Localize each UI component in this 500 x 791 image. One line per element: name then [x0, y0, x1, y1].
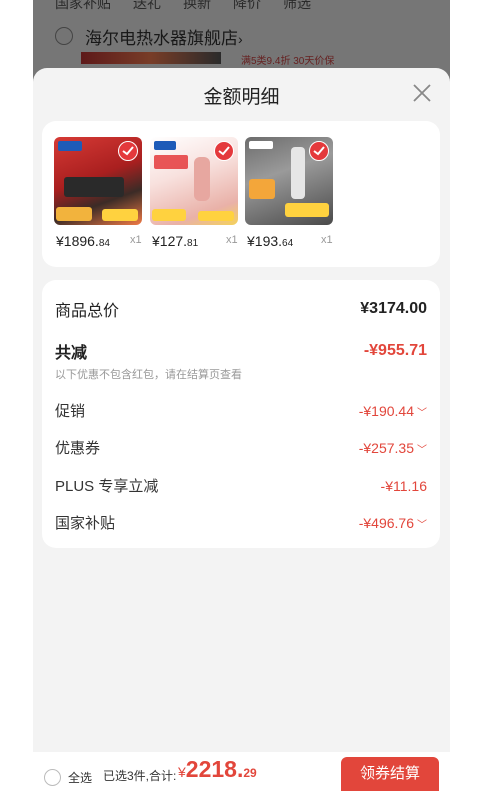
product-qty: x1 [321, 234, 333, 246]
amount-cents: 29 [243, 766, 257, 780]
price-main: ¥127. [152, 233, 188, 249]
discount-label: 国家补贴 [55, 515, 116, 532]
check-icon [214, 141, 234, 161]
discount-total-value: -¥955.71 [363, 342, 427, 359]
price-cents: 64 [282, 238, 294, 249]
discount-value: -¥11.16 [381, 478, 427, 494]
discount-row-plus: PLUS 专享立减 -¥11.16 [55, 475, 427, 496]
total-label: 商品总价 [55, 303, 120, 320]
price-cents: 84 [98, 238, 110, 249]
total-value: ¥3174.00 [360, 300, 427, 317]
discount-label: 优惠券 [55, 440, 101, 457]
discount-row-subsidy[interactable]: 国家补贴 -¥496.76 ﹀ [55, 512, 427, 533]
product-price: ¥193.64 [247, 233, 293, 249]
discount-amount: -¥190.44 [358, 402, 414, 419]
discount-total-label: 共减 [55, 345, 88, 362]
discount-total-row: 共减 -¥955.71 [55, 339, 427, 363]
product-item[interactable]: ¥127.81 x1 [150, 137, 240, 249]
amount-main: 2218. [185, 756, 244, 782]
product-image [54, 137, 142, 225]
discount-value: -¥190.44 ﹀ [359, 403, 427, 419]
product-price: ¥127.81 [152, 233, 198, 249]
product-image [245, 137, 333, 225]
check-icon [309, 141, 329, 161]
checkout-bar: 全选 已选3件,合计: ¥2218.29 领券结算 [33, 752, 450, 791]
amount-detail-sheet: 金额明细 ¥1896.84 x1 ¥127.81 x1 ¥193.64 x1 商… [33, 68, 450, 784]
currency-symbol: ¥ [178, 764, 186, 780]
chevron-down-icon: ﹀ [417, 519, 427, 531]
product-item[interactable]: ¥193.64 x1 [245, 137, 335, 249]
discount-amount: -¥11.16 [380, 477, 427, 494]
check-icon [118, 141, 138, 161]
select-all-label[interactable]: 全选 [68, 769, 92, 786]
discount-amount: -¥257.35 [358, 439, 414, 456]
discount-note: 以下优惠不包含红包，请在结算页查看 [55, 369, 242, 381]
product-image [150, 137, 238, 225]
discount-label: PLUS 专享立减 [55, 478, 159, 495]
product-price: ¥1896.84 [56, 233, 110, 249]
checkout-button[interactable]: 领券结算 [341, 757, 439, 791]
products-card: ¥1896.84 x1 ¥127.81 x1 ¥193.64 x1 [42, 121, 440, 267]
close-icon[interactable] [410, 81, 434, 105]
price-cents: 81 [187, 238, 199, 249]
discount-label: 促销 [55, 403, 86, 420]
sheet-title: 金额明细 [203, 87, 280, 108]
discount-value: -¥257.35 ﹀ [359, 440, 427, 456]
total-row: 商品总价 ¥3174.00 [55, 297, 427, 321]
total-amount: ¥2218.29 [178, 756, 257, 783]
amount-summary-card: 商品总价 ¥3174.00 共减 -¥955.71 以下优惠不包含红包，请在结算… [42, 280, 440, 548]
chevron-down-icon: ﹀ [417, 407, 427, 419]
discount-amount: -¥496.76 [358, 514, 414, 531]
discount-value: -¥496.76 ﹀ [359, 515, 427, 531]
product-qty: x1 [130, 234, 142, 246]
product-item[interactable]: ¥1896.84 x1 [54, 137, 144, 249]
selected-summary: 已选3件,合计: [103, 769, 177, 783]
price-main: ¥193. [247, 233, 283, 249]
chevron-down-icon: ﹀ [417, 444, 427, 456]
product-qty: x1 [226, 234, 238, 246]
discount-row-coupon[interactable]: 优惠券 -¥257.35 ﹀ [55, 437, 427, 458]
price-main: ¥1896. [56, 233, 99, 249]
discount-row-promotion[interactable]: 促销 -¥190.44 ﹀ [55, 400, 427, 421]
select-all-checkbox[interactable] [44, 769, 61, 786]
